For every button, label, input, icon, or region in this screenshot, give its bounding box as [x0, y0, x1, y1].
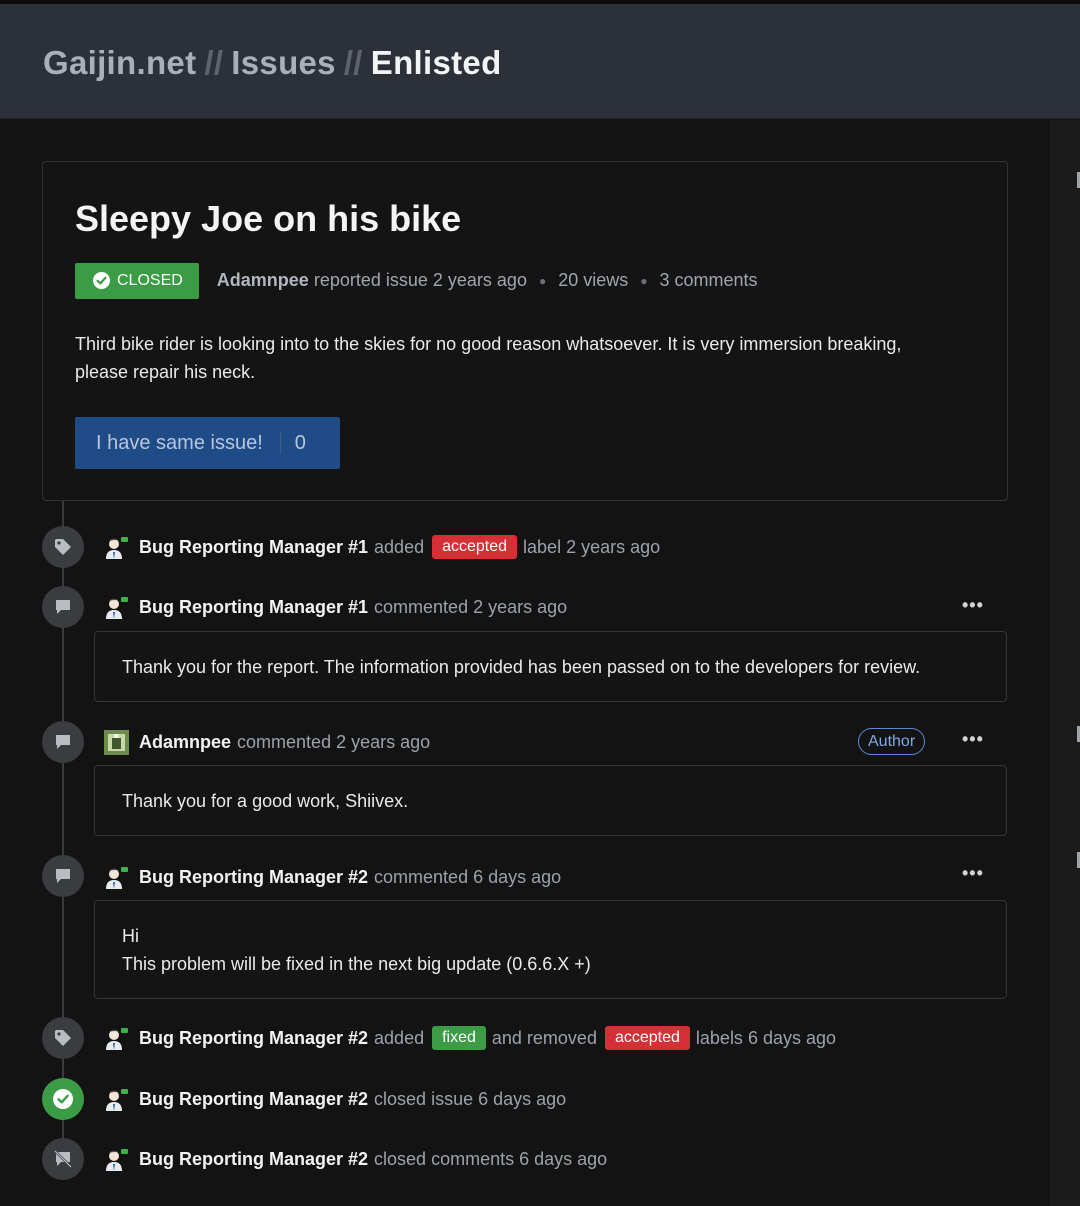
- comment-body-line: This problem will be fixed in the next b…: [122, 954, 591, 974]
- author-badge: Author: [858, 728, 926, 755]
- check-circle-icon: [93, 272, 110, 289]
- avatar: [106, 596, 128, 619]
- issue-card: Sleepy Joe on his bike CLOSED Adamnpee r…: [42, 161, 1008, 501]
- comment-icon: [42, 721, 84, 763]
- avatar: [106, 866, 128, 889]
- more-menu-button[interactable]: •••: [962, 595, 984, 616]
- issue-title: Sleepy Joe on his bike: [75, 198, 462, 239]
- breadcrumb: Gaijin.net//Issues//Enlisted: [43, 44, 502, 82]
- meta-dot: ●: [640, 273, 648, 288]
- event-action: closed comments 6 days ago: [374, 1148, 608, 1169]
- comment-box: Thank you for the report. The informatio…: [94, 631, 1007, 702]
- reported-text: reported issue 2 years ago: [313, 270, 527, 290]
- event-user[interactable]: Bug Reporting Manager #2: [139, 1028, 368, 1049]
- event-user[interactable]: Bug Reporting Manager #1: [139, 537, 368, 558]
- more-menu-button[interactable]: •••: [962, 729, 984, 750]
- comments-count: 3 comments: [659, 270, 758, 290]
- comment-user[interactable]: Bug Reporting Manager #2: [139, 867, 368, 888]
- avatar: [104, 729, 129, 755]
- breadcrumb-separator: //: [204, 44, 224, 81]
- check-circle-icon: [42, 1078, 84, 1120]
- avatar: [106, 1148, 128, 1171]
- avatar: [106, 536, 128, 559]
- top-bar: Gaijin.net//Issues//Enlisted: [0, 0, 1080, 119]
- timeline-event: Bug Reporting Manager #2 closed issue 6 …: [104, 1085, 566, 1113]
- same-issue-label: I have same issue!: [96, 431, 263, 454]
- comment-time: commented 6 days ago: [374, 866, 562, 887]
- label-fixed[interactable]: fixed: [432, 1026, 486, 1050]
- comment-off-icon: [42, 1138, 84, 1180]
- meta-dot: ●: [538, 273, 547, 288]
- issue-meta: CLOSED Adamnpee reported issue 2 years a…: [75, 262, 758, 299]
- comment-user[interactable]: Adamnpee: [139, 732, 231, 753]
- event-middle: and removed: [491, 1027, 597, 1048]
- label-accepted[interactable]: accepted: [604, 1026, 690, 1050]
- event-action: closed issue 6 days ago: [374, 1088, 567, 1109]
- comment-body: Thank you for the report. The informatio…: [122, 657, 921, 677]
- tag-icon: [42, 1017, 84, 1059]
- breadcrumb-separator: //: [343, 44, 363, 81]
- comment-header: Bug Reporting Manager #2 commented 6 day…: [104, 863, 561, 891]
- issue-description: Third bike rider is looking into to the …: [75, 334, 902, 382]
- comment-icon: [42, 586, 84, 628]
- comment-user[interactable]: Bug Reporting Manager #1: [139, 597, 368, 618]
- status-badge: CLOSED: [75, 262, 199, 299]
- issue-author[interactable]: Adamnpee: [217, 270, 309, 291]
- event-user[interactable]: Bug Reporting Manager #2: [139, 1149, 368, 1170]
- comment-time: commented 2 years ago: [374, 596, 568, 617]
- breadcrumb-enlisted[interactable]: Enlisted: [371, 44, 502, 81]
- tag-icon: [42, 526, 84, 568]
- event-suffix: label 2 years ago: [523, 536, 661, 557]
- comment-header: Bug Reporting Manager #1 commented 2 yea…: [104, 593, 567, 621]
- event-action: added: [374, 1027, 425, 1048]
- avatar: [106, 1088, 128, 1111]
- views-count: 20 views: [558, 270, 629, 290]
- comment-header: Adamnpee commented 2 years ago: [104, 728, 430, 756]
- right-sidebar: [1050, 120, 1080, 1206]
- comment-time: commented 2 years ago: [237, 731, 431, 752]
- label-accepted[interactable]: accepted: [432, 535, 518, 559]
- event-action: added: [374, 536, 425, 557]
- comment-body: Thank you for a good work, Shiivex.: [122, 791, 409, 811]
- timeline-event: Bug Reporting Manager #2 added fixed and…: [104, 1024, 836, 1052]
- comment-icon: [42, 855, 84, 897]
- avatar: [106, 1027, 128, 1050]
- comment-box: Thank you for a good work, Shiivex.: [94, 765, 1007, 836]
- event-suffix: labels 6 days ago: [695, 1027, 837, 1048]
- same-issue-button[interactable]: I have same issue! 0: [75, 417, 340, 469]
- same-issue-count: 0: [294, 431, 306, 454]
- comment-box: Hi This problem will be fixed in the nex…: [94, 900, 1007, 999]
- timeline-event: Bug Reporting Manager #1 added accepted …: [104, 533, 660, 561]
- status-text: CLOSED: [117, 271, 183, 289]
- button-divider: [279, 432, 281, 454]
- event-user[interactable]: Bug Reporting Manager #2: [139, 1089, 368, 1110]
- more-menu-button[interactable]: •••: [962, 863, 984, 884]
- breadcrumb-gaijin[interactable]: Gaijin.net: [43, 44, 196, 81]
- comment-body-line: Hi: [122, 926, 139, 946]
- timeline-event: Bug Reporting Manager #2 closed comments…: [104, 1145, 607, 1173]
- breadcrumb-issues[interactable]: Issues: [231, 44, 336, 81]
